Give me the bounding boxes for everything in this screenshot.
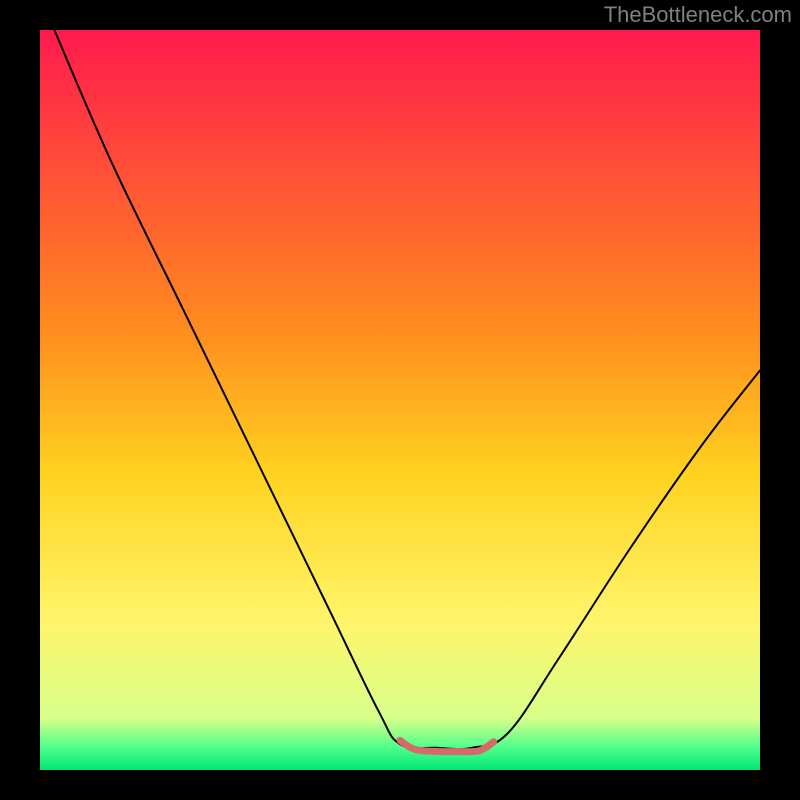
plot-area xyxy=(40,30,760,770)
chart-container: TheBottleneck.com xyxy=(0,0,800,800)
gradient-background xyxy=(40,30,760,770)
watermark-text: TheBottleneck.com xyxy=(604,2,792,28)
chart-svg xyxy=(40,30,760,770)
